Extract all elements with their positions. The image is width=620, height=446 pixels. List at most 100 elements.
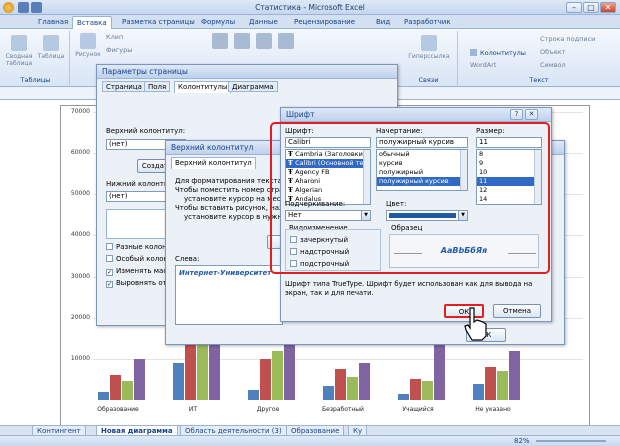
ps-tab-headers[interactable]: Колонтитулы: [174, 81, 232, 93]
font-item-4[interactable]: Ŧ Algerian: [286, 186, 370, 195]
bar-3-2: [347, 377, 358, 400]
font-cancel-button[interactable]: Отмена: [493, 304, 541, 318]
tab-formulas[interactable]: Формулы: [197, 16, 239, 29]
style-item-1[interactable]: курсив: [377, 159, 467, 168]
bar-3-1: [335, 369, 346, 400]
bar-5-0: [473, 383, 484, 400]
size-item-4[interactable]: 12: [477, 186, 541, 195]
y-tick-label: 20000: [70, 313, 90, 321]
bar-4-2: [422, 381, 433, 400]
strikethrough-check[interactable]: зачеркнутый: [290, 236, 348, 244]
size-list-scrollbar[interactable]: [534, 150, 541, 204]
ps-tab-page[interactable]: Страница: [102, 81, 146, 92]
hd-tab[interactable]: Верхний колонтитул: [171, 157, 256, 169]
clip-button[interactable]: Клип: [106, 33, 123, 41]
font-size-list[interactable]: 8 9 10 11 12 14: [476, 149, 542, 205]
help-button[interactable]: ?: [510, 109, 523, 120]
group-text: Колонтитулы WordArt Строка подписи Объек…: [460, 31, 618, 85]
size-item-0[interactable]: 8: [477, 150, 541, 159]
bar-5-3: [509, 350, 520, 400]
font-name-input[interactable]: Calibri: [285, 137, 371, 148]
minimize-button[interactable]: –: [566, 2, 582, 13]
font-dialog-close-button[interactable]: ✕: [525, 109, 538, 120]
symbol-button[interactable]: Символ: [540, 61, 566, 69]
style-item-0[interactable]: обычный: [377, 150, 467, 159]
chart-icon-1[interactable]: [210, 33, 230, 51]
style-list-scrollbar[interactable]: [460, 150, 467, 190]
tab-developer[interactable]: Разработчик: [400, 16, 455, 29]
signature-line-button[interactable]: Строка подписи: [540, 35, 595, 43]
y-tick-label: 70000: [70, 108, 90, 115]
font-size-input[interactable]: 11: [476, 137, 542, 148]
y-tick-label: 50000: [70, 190, 90, 198]
size-item-3[interactable]: 11: [477, 177, 541, 186]
x-label-4: Учащийся: [402, 406, 434, 413]
x-label-3: Безработный: [322, 406, 364, 413]
font-style-list[interactable]: обычный курсив полужирный полужирный кур…: [376, 149, 468, 191]
bar-2-2: [272, 350, 283, 400]
shapes-button[interactable]: Фигуры: [106, 46, 132, 54]
page-setup-title: Параметры страницы: [97, 65, 397, 79]
underline-select[interactable]: Нет ▼: [285, 210, 371, 221]
chart-icon-2[interactable]: [232, 33, 252, 51]
tab-home[interactable]: Главная: [34, 16, 72, 29]
tab-insert[interactable]: Вставка: [72, 16, 112, 29]
chevron-down-icon: ▼: [361, 211, 370, 220]
color-select[interactable]: ▼: [386, 210, 468, 221]
bar-2-0: [248, 389, 259, 400]
close-button[interactable]: ✕: [600, 2, 616, 13]
ps-tab-chart[interactable]: Диаграмма: [228, 81, 278, 92]
group-links: Гиперссылка Связи: [400, 31, 458, 85]
zoom-slider[interactable]: [536, 440, 606, 442]
bar-5-2: [497, 371, 508, 400]
color-swatch: [389, 213, 456, 218]
hyperlink-button[interactable]: Гиперссылка: [408, 35, 450, 60]
header-footer-icon: [470, 49, 477, 56]
bar-0-0: [98, 391, 109, 400]
superscript-check[interactable]: надстрочный: [290, 248, 349, 256]
object-button[interactable]: Объект: [540, 48, 565, 56]
size-item-5[interactable]: 14: [477, 195, 541, 204]
font-item-3[interactable]: Ŧ Aharoni: [286, 177, 370, 186]
chart-icon-4[interactable]: [276, 33, 296, 51]
hd-left-section[interactable]: Интернет-Университет: [175, 265, 283, 325]
font-item-2[interactable]: Ŧ Agency FB: [286, 168, 370, 177]
hd-left-label: Слева:: [175, 255, 200, 263]
group-label-tables: Таблицы: [20, 76, 51, 84]
style-item-3[interactable]: полужирный курсив: [377, 177, 467, 186]
picture-icon: [80, 33, 96, 49]
font-item-0[interactable]: Ŧ Cambria (Заголовки): [286, 150, 370, 159]
tab-page-layout[interactable]: Разметка страницы: [118, 16, 199, 29]
sample-line-right: [508, 253, 536, 254]
bar-0-1: [110, 375, 121, 400]
x-label-5: Не указано: [475, 406, 511, 413]
font-name-list[interactable]: Ŧ Cambria (Заголовки) Ŧ Calibri (Основно…: [285, 149, 371, 205]
pivot-table-icon: [11, 35, 27, 51]
size-item-2[interactable]: 10: [477, 168, 541, 177]
maximize-button[interactable]: □: [583, 2, 599, 13]
tab-review[interactable]: Рецензирование: [290, 16, 359, 29]
group-tables: Сводная таблица Таблица Таблицы: [2, 31, 70, 85]
pivot-table-button[interactable]: Сводная таблица: [4, 35, 34, 67]
y-tick-label: 10000: [70, 354, 90, 362]
font-style-label: Начертание:: [376, 127, 423, 135]
ps-footer-preview: [106, 209, 166, 239]
color-label: Цвет:: [386, 200, 407, 208]
chart-icon-3[interactable]: [254, 33, 274, 51]
font-style-input[interactable]: полужирный курсив: [376, 137, 468, 148]
ribbon-tabs: Главная Вставка Разметка страницы Формул…: [0, 15, 620, 29]
wordart-button[interactable]: WordArt: [470, 61, 496, 69]
bar-3-3: [359, 362, 370, 400]
tab-data[interactable]: Данные: [245, 16, 282, 29]
style-item-2[interactable]: полужирный: [377, 168, 467, 177]
ps-tab-margins[interactable]: Поля: [144, 81, 171, 92]
font-size-label: Размер:: [476, 127, 505, 135]
font-item-1[interactable]: Ŧ Calibri (Основной текст): [286, 159, 370, 168]
tab-view[interactable]: Вид: [372, 16, 394, 29]
size-item-1[interactable]: 9: [477, 159, 541, 168]
font-list-scrollbar[interactable]: [363, 150, 370, 204]
table-button[interactable]: Таблица: [36, 35, 66, 60]
subscript-check[interactable]: подстрочный: [290, 260, 349, 268]
picture-button[interactable]: Рисунок: [74, 33, 102, 58]
header-footer-button[interactable]: Колонтитулы: [470, 49, 526, 57]
